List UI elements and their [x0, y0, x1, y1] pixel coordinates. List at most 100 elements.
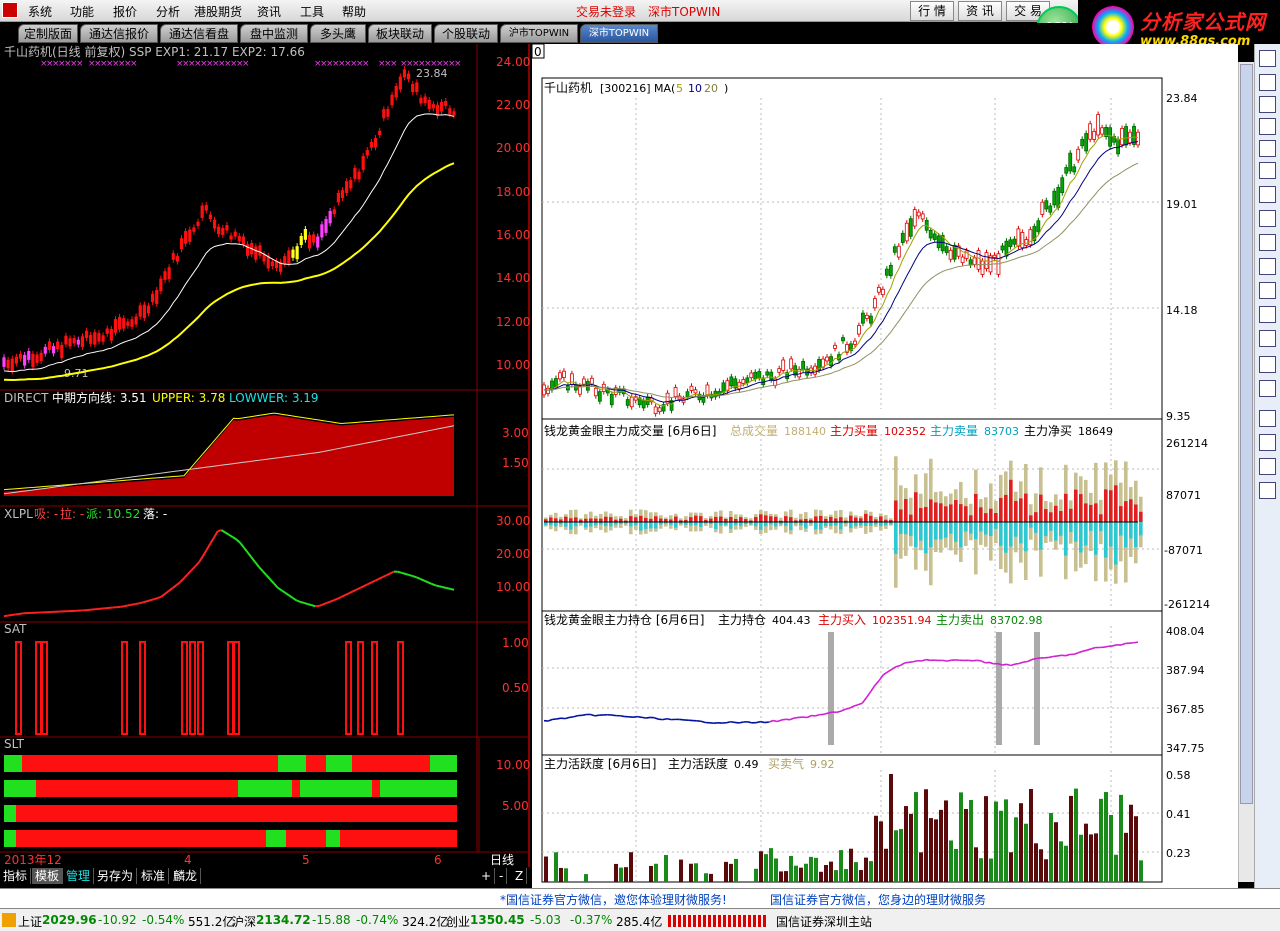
xlpl-segment	[359, 585, 365, 589]
arrow-down-icon[interactable]	[1259, 74, 1276, 91]
news-ticker[interactable]: *国信证券官方微信，邀您体验理财微服务! 国信证券官方微信，您身边的理财微服务	[0, 888, 1280, 908]
sat-bar	[41, 641, 48, 735]
pos-segment	[1036, 657, 1041, 660]
menu-function[interactable]: 功能	[70, 3, 94, 20]
info-button[interactable]: 资 讯	[958, 1, 1002, 21]
btab-template[interactable]: 模板	[32, 868, 64, 884]
btab-linlong[interactable]: 麟龙	[170, 868, 202, 884]
line-chart-icon[interactable]	[1259, 140, 1276, 157]
right-candle	[1096, 114, 1101, 136]
sat-bars	[15, 641, 404, 735]
status-icon	[2, 913, 16, 927]
tab-monitor[interactable]: 盘中监测	[240, 24, 308, 43]
activity-bar	[724, 861, 728, 882]
vol-sell-bar	[1009, 522, 1013, 547]
vol-buy-bar	[969, 515, 973, 522]
left-candle	[179, 238, 184, 250]
zoom-in-button[interactable]: +	[478, 868, 496, 884]
left-chart-svg[interactable]: 千山药机(日线 前复权) SSP EXP1: 21.17 EXP2: 17.66…	[0, 44, 530, 867]
btab-standard[interactable]: 标准	[138, 868, 170, 884]
server-station[interactable]: 国信证券深圳主站	[776, 913, 872, 930]
window-icon[interactable]	[1259, 258, 1276, 275]
fiz-icon[interactable]	[1259, 282, 1276, 299]
tab-sz-topwin[interactable]: 深市TOPWIN	[580, 24, 658, 43]
right-candle	[1108, 127, 1112, 147]
flower-logo-icon	[1092, 6, 1134, 48]
tab-sector-link[interactable]: 板块联动	[368, 24, 432, 43]
right-chart-area[interactable]: 0 千山药机 [300216] MA( 5 10 20 ) 23.84 19.01…	[531, 43, 1238, 890]
left-candle	[167, 267, 171, 280]
export-icon[interactable]	[1259, 458, 1276, 475]
menu-quote[interactable]: 报价	[113, 3, 137, 20]
chart-icon[interactable]	[1259, 96, 1276, 113]
bar-chart-icon[interactable]	[1259, 380, 1276, 397]
left-candle	[2, 357, 6, 367]
sh-label[interactable]: 上证	[18, 913, 42, 930]
left-candle	[258, 245, 262, 256]
btab-indicator[interactable]: 指标	[0, 868, 32, 884]
tab-tdx-watch[interactable]: 通达信看盘	[160, 24, 238, 43]
tab-sh-topwin[interactable]: 沪市TOPWIN	[500, 24, 578, 43]
xlpl-segment	[374, 577, 380, 582]
xlpl-segment	[280, 589, 286, 594]
left-candle	[126, 321, 130, 326]
act-label: 主力活跃度	[668, 756, 728, 771]
zoom-reset-button[interactable]: Z	[512, 868, 528, 884]
vol-buy-bar	[674, 516, 678, 522]
right-scrollbar[interactable]	[1238, 62, 1254, 882]
period-label[interactable]: 日线	[490, 853, 514, 867]
arrow-up-icon[interactable]	[1259, 50, 1276, 67]
edit-icon[interactable]	[1259, 482, 1276, 499]
scroll-thumb[interactable]	[1240, 64, 1253, 804]
menu-info[interactable]: 资讯	[257, 3, 281, 20]
menu-analysis[interactable]: 分析	[156, 3, 180, 20]
market-strength-bar	[668, 915, 768, 927]
vol-buy-bar	[869, 515, 873, 522]
menu-system[interactable]: 系统	[28, 3, 52, 20]
f10-icon[interactable]	[1259, 210, 1276, 227]
left-candle	[245, 244, 250, 256]
tab-bull-eagle[interactable]: 多头鹰	[310, 24, 366, 43]
list-icon[interactable]	[1259, 186, 1276, 203]
menu-help[interactable]: 帮助	[342, 3, 366, 20]
zoom-out-button[interactable]: -	[496, 868, 508, 884]
sz-label[interactable]: 沪深	[232, 913, 256, 930]
wave-icon[interactable]	[1259, 410, 1276, 427]
svg-text:14.18: 14.18	[1166, 304, 1198, 317]
xlpl-segment	[15, 612, 20, 616]
vol-sell-bar	[739, 522, 743, 527]
left-candle	[440, 102, 444, 112]
activity-bar	[729, 863, 733, 882]
xlpl-segment	[269, 578, 275, 585]
login-status[interactable]: 交易未登录	[576, 3, 636, 20]
vol-buy-bar	[864, 513, 868, 522]
report-icon[interactable]	[1259, 234, 1276, 251]
vol-buy-bar	[1089, 504, 1093, 522]
activity-bar	[1079, 834, 1083, 882]
circle-icon[interactable]	[1259, 330, 1276, 347]
news-item-1[interactable]: *国信证券官方微信，邀您体验理财微服务!	[500, 891, 727, 908]
right-chart-svg[interactable]: 0 千山药机 [300216] MA( 5 10 20 ) 23.84 19.01…	[531, 43, 1238, 890]
table-icon[interactable]	[1259, 118, 1276, 135]
xlpl-segment	[175, 581, 181, 586]
menu-hk-futures[interactable]: 港股期货	[194, 3, 242, 20]
news-item-2[interactable]: 国信证券官方微信，您身边的理财微服务	[770, 891, 986, 908]
quote-button[interactable]: 行 情	[910, 1, 954, 21]
cy-label[interactable]: 创业	[446, 913, 470, 930]
grid-icon[interactable]	[1259, 356, 1276, 373]
right-candle	[825, 356, 829, 362]
formula-icon[interactable]	[1259, 306, 1276, 323]
candle-icon[interactable]	[1259, 162, 1276, 179]
tab-tdx-quote[interactable]: 通达信报价	[80, 24, 158, 43]
btab-save-as[interactable]: 另存为	[94, 868, 138, 884]
xlpl-segment	[318, 603, 324, 607]
slt-segment	[292, 780, 300, 797]
refresh-icon[interactable]	[1259, 434, 1276, 451]
tab-stock-link[interactable]: 个股联动	[434, 24, 498, 43]
left-chart-area[interactable]: 千山药机(日线 前复权) SSP EXP1: 21.17 EXP2: 17.66…	[0, 44, 530, 874]
activity-bar	[664, 855, 668, 882]
menu-tools[interactable]: 工具	[300, 3, 324, 20]
tab-custom[interactable]: 定制版面	[18, 24, 78, 43]
vol-sell-bar	[984, 522, 988, 535]
btab-manage[interactable]: 管理	[63, 868, 95, 884]
